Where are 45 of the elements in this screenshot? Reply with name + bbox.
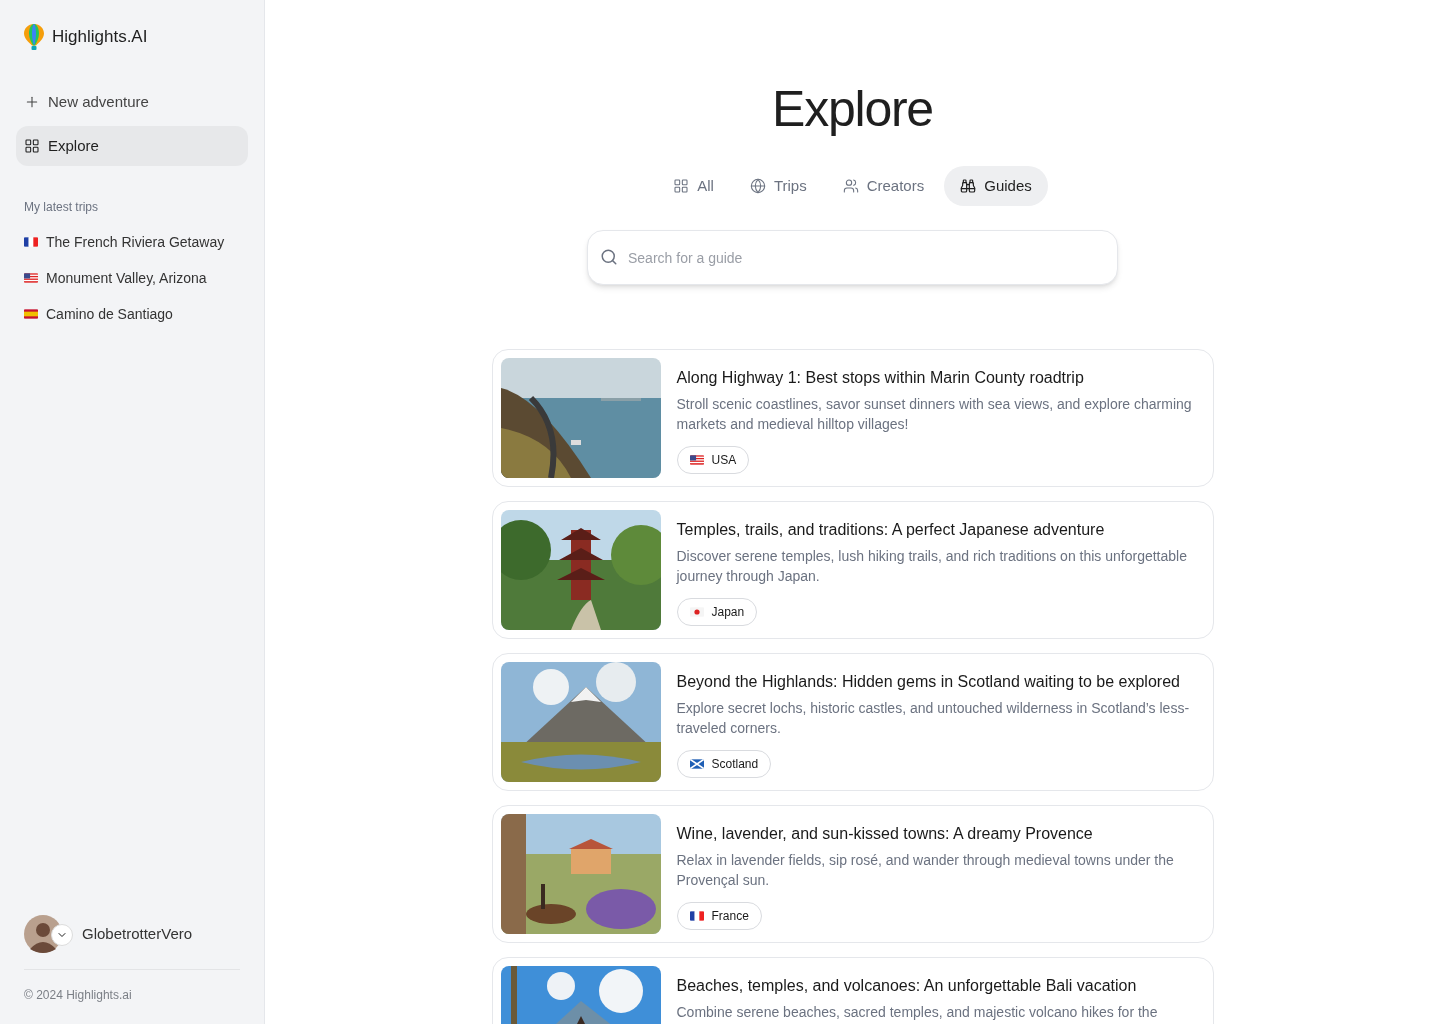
balloon-logo-icon: [24, 24, 44, 50]
filter-tab[interactable]: Trips: [733, 166, 823, 206]
guide-title: Wine, lavender, and sun-kissed towns: A dreamy Provence: [676, 824, 1094, 844]
guide-title: Along Highway 1: Best stops within Marin County roadtrip: [676, 368, 1085, 388]
nav-item[interactable]: Explore: [16, 126, 248, 166]
guide-description: Discover serene temples, lush hiking trails, and rich traditions on this unforgettable journey through Japan.: [676, 547, 1188, 586]
trip-link[interactable]: Monument Valley, Arizona: [16, 260, 248, 296]
filter-tab[interactable]: All: [657, 166, 730, 206]
flag-icon: [24, 237, 38, 247]
plus-icon: [24, 94, 40, 110]
brand-name: Highlights.AI: [52, 26, 148, 49]
grid-icon: [24, 138, 40, 154]
flag-icon: [689, 607, 704, 617]
guide-title: Beyond the Highlands: Hidden gems in Scotland waiting to be explored: [676, 672, 1181, 692]
filter-tab[interactable]: Guides: [944, 166, 1048, 206]
guide-description: Explore secret lochs, historic castles, and untouched wilderness in Scotland’s less-traveled corners.: [676, 699, 1191, 738]
flag-icon: [689, 911, 704, 921]
guide-description: Stroll scenic coastlines, savor sunset dinners with sea views, and explore charming markets and medieval hilltop villages!: [676, 395, 1193, 434]
guide-card[interactable]: Wine, lavender, and sun-kissed towns: A dreamy Provence Relax in lavender fields, sip rosé, and wander through medieval towns under the Provençal sun. France: [491, 805, 1214, 943]
flag-icon: [689, 455, 704, 465]
nav-item[interactable]: New adventure: [16, 82, 248, 122]
filter-tab[interactable]: Creators: [826, 166, 941, 206]
search-field[interactable]: Search for a guide: [587, 230, 1118, 285]
guide-card[interactable]: Beaches, temples, and volcanoes: An unforgettable Bali vacation Combine serene beaches, sacred temples, and majestic volcano hikes for the: [491, 957, 1214, 1024]
guide-card[interactable]: Beyond the Highlands: Hidden gems in Scotland waiting to be explored Explore secret lochs, historic castles, and untouched wilderness in Scotland’s less-traveled corners. Scotland: [491, 653, 1214, 791]
user-name: GlobetrotterVero: [82, 923, 193, 944]
guide-card[interactable]: Along Highway 1: Best stops within Marin County roadtrip Stroll scenic coastlines, savor sunset dinners with sea views, and explore charming markets and medieval hilltop villages! USA: [491, 349, 1214, 487]
search-icon: [600, 248, 618, 266]
flag-icon: [24, 273, 38, 283]
trip-link[interactable]: Camino de Santiago: [16, 296, 248, 332]
binoculars-icon: [960, 178, 977, 194]
copyright: © 2024 Highlights.ai: [23, 987, 133, 1004]
guide-description: Relax in lavender fields, sip rosé, and wander through medieval towns under the Provençal sun.: [676, 851, 1175, 890]
trip-link[interactable]: The French Riviera Getaway: [16, 224, 248, 260]
people-icon: [842, 178, 859, 194]
globe-icon: [749, 178, 766, 194]
guide-card[interactable]: Temples, trails, and traditions: A perfect Japanese adventure Discover serene temples, lush hiking trails, and rich traditions on this unforgettable journey through Japan. Japan: [491, 501, 1214, 639]
section-title: My latest trips: [23, 199, 99, 216]
page-title: Explore: [772, 84, 933, 134]
grid-icon: [673, 178, 690, 194]
guide-title: Beaches, temples, and volcanoes: An unforgettable Bali vacation: [676, 976, 1138, 996]
flag-icon: [689, 759, 704, 769]
flag-icon: [24, 309, 38, 319]
guide-title: Temples, trails, and traditions: A perfect Japanese adventure: [676, 520, 1106, 540]
guide-description: Combine serene beaches, sacred temples, and majestic volcano hikes for the: [676, 1003, 1158, 1022]
